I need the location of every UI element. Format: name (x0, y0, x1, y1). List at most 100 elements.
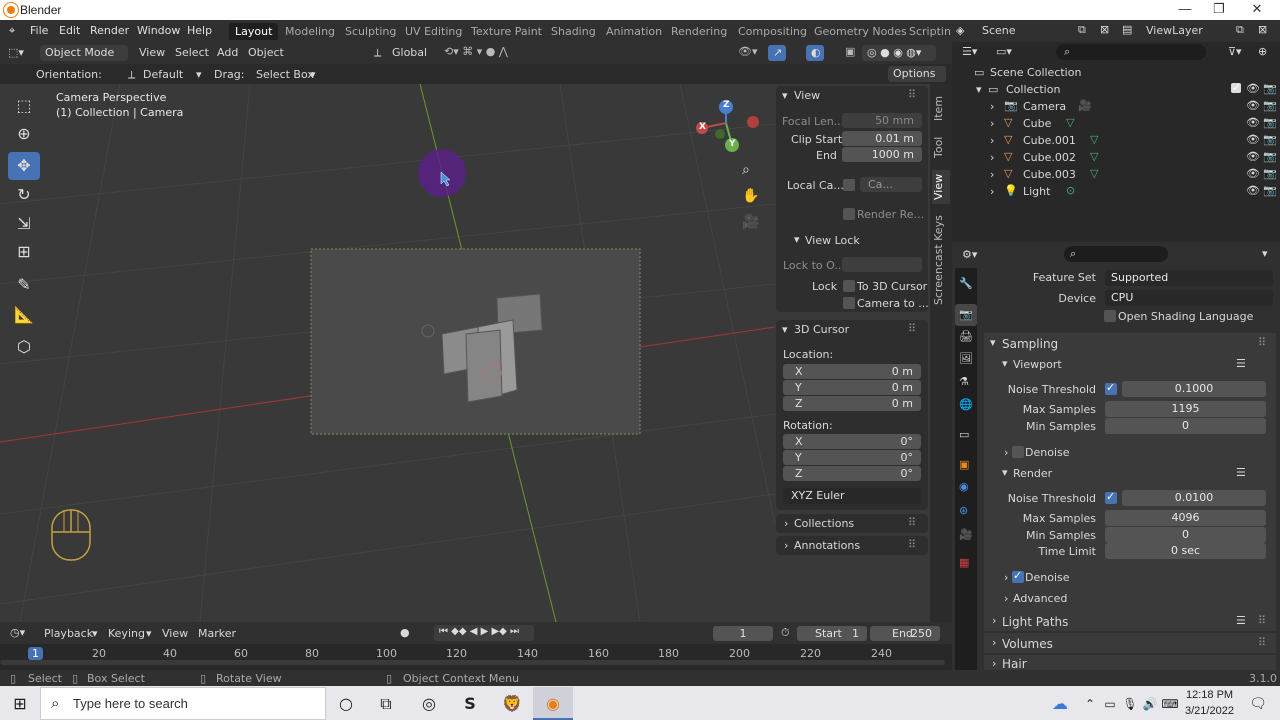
cursor-tool-icon[interactable]: ⊕ (8, 120, 40, 148)
outliner-item[interactable]: › ▽ Cube.003 ▽ 👁 📷 (960, 166, 1278, 183)
frame-start-field[interactable]: Start 1 (797, 626, 867, 641)
cursor-location-z[interactable]: Z 0 m (783, 396, 921, 411)
r-max-samples-field[interactable]: 4096 (1105, 510, 1266, 526)
drag-handle-icon[interactable]: ⠿ (1258, 614, 1266, 627)
pan-hand-icon[interactable]: ✋ (742, 188, 759, 204)
chevron-down-icon[interactable]: ▾ (782, 323, 788, 336)
outliner-collection[interactable]: ▾ ▭ Collection 👁 📷 (960, 81, 1278, 98)
keyboard-icon[interactable]: ⌨ (1158, 692, 1182, 716)
camera-render-icon[interactable]: 📷 (1263, 82, 1277, 95)
object-data-icon[interactable]: ▽ (1090, 150, 1098, 163)
new-collection-icon[interactable]: ⊕ (1258, 45, 1267, 58)
texture-tab-icon[interactable]: ▦ (959, 556, 969, 569)
view-panel-header[interactable]: View (794, 89, 820, 102)
rotation-mode-select[interactable]: XYZ Euler (783, 488, 921, 504)
orientation-select[interactable]: Default (143, 68, 183, 81)
eye-icon[interactable]: 👁 (1246, 82, 1260, 95)
tool-tab-icon[interactable]: 🔧 (959, 277, 973, 290)
menu-window[interactable]: Window (137, 24, 180, 37)
annotations-header[interactable]: Annotations (794, 539, 860, 552)
workspace-tab-layout[interactable]: Layout (229, 23, 279, 40)
timeline-playhead[interactable]: 1 (28, 647, 43, 660)
cursor-location-x[interactable]: X 0 m (783, 364, 921, 379)
eye-icon[interactable]: 👁 (1246, 150, 1260, 163)
volumes-section[interactable]: › Volumes ⠿ (984, 633, 1276, 653)
rotate-tool-icon[interactable]: ↻ (8, 181, 40, 209)
zoom-icon[interactable]: ⌕ (742, 162, 750, 178)
current-frame-field[interactable]: 1 (713, 626, 773, 641)
list-icon[interactable]: ☰ (1236, 357, 1246, 370)
physics-tab-icon[interactable]: ◉ (959, 480, 969, 493)
object-data-icon[interactable]: ▽ (1066, 116, 1074, 129)
playback-controls[interactable]: ⏮ ◆◆ ◀ ▶ ▶◆ ⏭ (434, 625, 534, 641)
new-view-layer-icon[interactable]: ⧉ (1236, 23, 1244, 37)
delete-view-layer-icon[interactable]: ⊠ (1258, 23, 1267, 36)
chevron-right-icon[interactable]: › (990, 151, 994, 164)
outliner-item[interactable]: › ▽ Cube ▽ 👁 📷 (960, 115, 1278, 132)
app-s-icon[interactable]: S (458, 692, 482, 716)
chevron-right-icon[interactable]: › (1004, 592, 1008, 605)
vp-noise-threshold-field[interactable]: 0.1000 (1122, 381, 1266, 397)
outliner-item[interactable]: › 💡 Light ⊙ 👁 📷 (960, 183, 1278, 200)
feature-set-select[interactable]: Supported (1105, 270, 1273, 286)
cursor-location-y[interactable]: Y 0 m (783, 380, 921, 395)
camera-render-icon[interactable]: 📷 (1263, 184, 1277, 197)
onedrive-icon[interactable]: ☁ (1048, 692, 1072, 716)
eye-icon[interactable]: 👁 (1246, 116, 1260, 129)
chevron-right-icon[interactable]: › (990, 134, 994, 147)
navigation-gizmo[interactable]: Z Y X (694, 98, 764, 158)
collections-panel[interactable]: › Collections ⠿ (776, 514, 928, 533)
object-tab-icon[interactable]: ▣ (959, 458, 969, 471)
vp-noise-threshold-checkbox[interactable] (1105, 381, 1117, 395)
eye-icon[interactable]: 👁 (1246, 99, 1260, 112)
workspace-tab-scripting[interactable]: Scriptin (903, 23, 957, 40)
outliner-scene-collection[interactable]: ▭ Scene Collection (960, 64, 1278, 81)
tab-screencast-keys[interactable]: Screencast Keys (932, 212, 950, 308)
transform-orientation-select[interactable]: Global (392, 46, 427, 59)
output-tab-icon[interactable]: 🖨 (959, 330, 973, 343)
tab-item[interactable]: Item (932, 92, 950, 124)
outliner-item[interactable]: › 📷 Camera 🎥 👁 📷 (960, 98, 1278, 115)
object-data-icon[interactable]: ▽ (1090, 167, 1098, 180)
hair-header[interactable]: Hair (1002, 657, 1027, 670)
lock-to-3d-cursor-checkbox[interactable] (843, 280, 855, 292)
light-paths-section[interactable]: › Light Paths ☰ ⠿ (984, 611, 1276, 631)
workspace-tab-shading[interactable]: Shading (545, 23, 602, 40)
scale-tool-icon[interactable]: ⇲ (8, 210, 40, 238)
object-data-icon[interactable]: 🎥 (1078, 99, 1092, 112)
pivot-icon[interactable]: ⟲▾ ⌘ ▾ ● ⋀ (444, 45, 508, 58)
r-denoise-checkbox[interactable] (1012, 569, 1024, 583)
object-data-icon[interactable]: ⊙ (1066, 184, 1075, 197)
viewport-menu-select[interactable]: Select (175, 46, 209, 59)
stopwatch-icon[interactable]: ⏱ (781, 626, 790, 640)
workspace-tab-rendering[interactable]: Rendering (665, 23, 733, 40)
volumes-header[interactable]: Volumes (1002, 637, 1053, 651)
workspace-tab-animation[interactable]: Animation (600, 23, 668, 40)
hair-section[interactable]: › Hair (984, 655, 1276, 670)
chevron-right-icon[interactable]: › (990, 100, 994, 113)
collection-exclude-checkbox[interactable] (1231, 81, 1241, 94)
workspace-tab-uv-editing[interactable]: UV Editing (399, 23, 468, 40)
light-paths-header[interactable]: Light Paths (1002, 615, 1068, 629)
chevron-right-icon[interactable]: › (990, 185, 994, 198)
timeline-menu-view[interactable]: View (162, 627, 188, 640)
camera-view-icon[interactable]: 🎥 (742, 214, 759, 230)
clip-start-field[interactable]: 0.01 m (842, 131, 922, 146)
list-icon[interactable]: ☰ (1236, 466, 1246, 479)
timeline-menu-playback[interactable]: Playback (44, 627, 93, 640)
timeline-menu-keying[interactable]: Keying (108, 627, 145, 640)
workspace-tab-modeling[interactable]: Modeling (279, 23, 341, 40)
xray-icon[interactable]: ▣ (845, 45, 855, 58)
menu-help[interactable]: Help (187, 24, 212, 37)
osl-checkbox[interactable] (1104, 310, 1116, 322)
overlay-toggle-icon[interactable]: ◐ (806, 45, 824, 61)
chevron-right-icon[interactable]: › (1004, 446, 1008, 459)
device-select[interactable]: CPU (1105, 290, 1273, 306)
drag-handle-icon[interactable]: ⠿ (1258, 636, 1266, 649)
chevron-down-icon[interactable]: ▾ (976, 83, 982, 96)
annotations-panel[interactable]: › Annotations ⠿ (776, 536, 928, 555)
blender-menu-icon[interactable]: ⌖ (9, 24, 15, 38)
render-subheader[interactable]: Render (1013, 467, 1052, 480)
sampling-header[interactable]: Sampling (1002, 337, 1058, 351)
workspace-tab-geometry-nodes[interactable]: Geometry Nodes (808, 23, 913, 40)
